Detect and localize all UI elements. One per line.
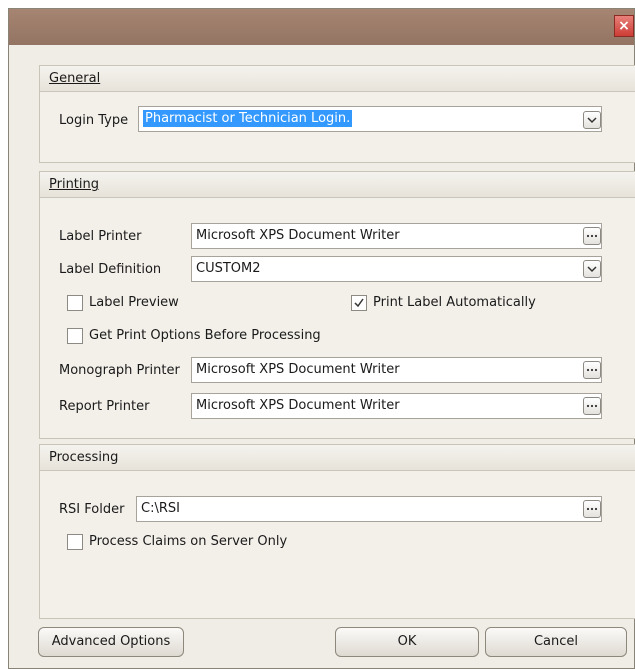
login-type-label: Login Type	[59, 113, 129, 128]
ellipsis-icon	[586, 368, 598, 372]
label-printer-browse-button[interactable]	[583, 227, 601, 245]
label-preview-label: Label Preview	[89, 295, 179, 310]
close-button[interactable]: ×	[614, 15, 634, 37]
printing-group: Printing Label Printer Microsoft XPS Doc…	[39, 171, 635, 439]
chevron-down-icon	[587, 266, 597, 273]
process-claims-label: Process Claims on Server Only	[89, 534, 288, 549]
report-printer-browse-button[interactable]	[583, 397, 601, 415]
title-bar[interactable]: ×	[9, 9, 634, 46]
close-icon: ×	[618, 18, 630, 34]
dialog-body: General Login Type Pharmacist or Technic…	[9, 45, 635, 668]
ok-button[interactable]: OK	[335, 627, 479, 657]
settings-dialog: × General Login Type Pharmacist or Techn…	[8, 8, 635, 669]
processing-group: Processing RSI Folder C:\RSI Process Cla…	[39, 444, 635, 619]
printing-header: Printing	[40, 172, 635, 198]
checkmark-icon	[354, 298, 364, 308]
label-definition-dropdown-button[interactable]	[583, 260, 601, 278]
label-preview-checkbox[interactable]	[67, 295, 83, 311]
print-label-automatically-label: Print Label Automatically	[373, 295, 536, 310]
ellipsis-icon	[586, 404, 598, 408]
login-type-dropdown[interactable]: Pharmacist or Technician Login.	[138, 106, 602, 132]
processing-header: Processing	[40, 445, 635, 471]
monograph-printer-label: Monograph Printer	[59, 363, 180, 378]
label-printer-field[interactable]: Microsoft XPS Document Writer	[191, 223, 602, 249]
rsi-folder-label: RSI Folder	[59, 502, 125, 517]
get-print-options-label: Get Print Options Before Processing	[89, 328, 321, 343]
process-claims-checkbox[interactable]	[67, 534, 83, 550]
monograph-printer-browse-button[interactable]	[583, 361, 601, 379]
ellipsis-icon	[586, 234, 598, 238]
report-printer-label: Report Printer	[59, 399, 150, 414]
label-definition-dropdown[interactable]: CUSTOM2	[191, 256, 602, 282]
general-header: General	[40, 66, 635, 92]
rsi-folder-browse-button[interactable]	[583, 500, 601, 518]
general-group: General Login Type Pharmacist or Technic…	[39, 65, 635, 163]
chevron-down-icon	[587, 117, 597, 124]
print-label-automatically-checkbox[interactable]	[351, 295, 367, 311]
monograph-printer-field[interactable]: Microsoft XPS Document Writer	[191, 357, 602, 383]
login-type-dropdown-button[interactable]	[583, 111, 601, 129]
get-print-options-checkbox[interactable]	[67, 328, 83, 344]
label-printer-label: Label Printer	[59, 229, 142, 244]
ellipsis-icon	[586, 507, 598, 511]
rsi-folder-field[interactable]: C:\RSI	[136, 496, 602, 522]
report-printer-field[interactable]: Microsoft XPS Document Writer	[191, 393, 602, 419]
advanced-options-button[interactable]: Advanced Options	[38, 627, 184, 657]
label-definition-label: Label Definition	[59, 262, 162, 277]
login-type-value: Pharmacist or Technician Login.	[143, 110, 353, 127]
cancel-button[interactable]: Cancel	[485, 627, 627, 657]
